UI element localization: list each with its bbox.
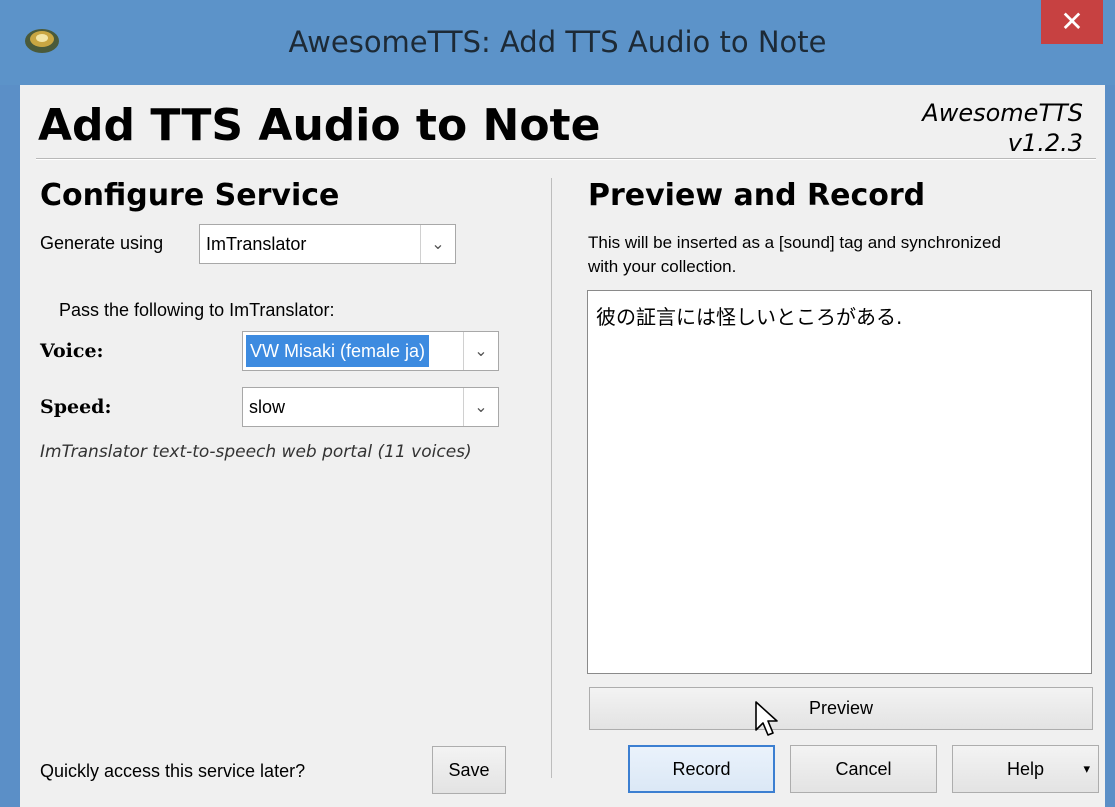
close-icon: ✕: [1060, 5, 1084, 38]
generate-using-label: Generate using: [40, 233, 164, 253]
preview-button[interactable]: Preview: [589, 687, 1093, 730]
service-select[interactable]: ImTranslator ⌄: [199, 224, 456, 264]
version-number: v1.2.3: [1007, 129, 1083, 157]
record-button[interactable]: Record: [628, 745, 775, 793]
service-select-value: ImTranslator: [206, 233, 307, 254]
chevron-down-icon: ⌄: [420, 225, 455, 263]
close-button[interactable]: ✕: [1041, 0, 1103, 44]
chevron-down-icon: ⌄: [463, 332, 498, 370]
voice-select-value: VW Misaki (female ja): [246, 335, 430, 367]
voice-select[interactable]: VW Misaki (female ja) ⌄: [242, 331, 499, 371]
cancel-button[interactable]: Cancel: [790, 745, 937, 793]
column-divider: [551, 178, 552, 778]
preview-record-heading: Preview and Record: [588, 178, 926, 213]
pass-following-label: Pass the following to ImTranslator:: [59, 300, 335, 320]
chevron-down-icon: ⌄: [463, 388, 498, 426]
service-description: ImTranslator text-to-speech web portal (…: [40, 442, 472, 462]
tts-dialog-window: AwesomeTTS: Add TTS Audio to Note ✕ Add …: [0, 0, 1115, 807]
version-name: AwesomeTTS: [922, 99, 1083, 127]
configure-service-heading: Configure Service: [40, 178, 340, 213]
preview-info-text: This will be inserted as a [sound] tag a…: [588, 233, 1001, 276]
dropdown-arrow-icon: ▾: [1083, 761, 1090, 776]
title-bar[interactable]: AwesomeTTS: Add TTS Audio to Note ✕: [0, 0, 1115, 85]
voice-label: Voice:: [40, 340, 104, 362]
save-button[interactable]: Save: [432, 746, 506, 794]
quick-access-label: Quickly access this service later?: [40, 761, 306, 781]
help-button-label: Help: [1006, 758, 1045, 779]
window-title: AwesomeTTS: Add TTS Audio to Note: [288, 25, 827, 59]
preview-text-content: 彼の証言には怪しいところがある.: [596, 305, 903, 329]
page-title: Add TTS Audio to Note: [38, 100, 601, 151]
help-button[interactable]: Help ▾: [952, 745, 1099, 793]
speed-label: Speed:: [40, 396, 112, 418]
preview-text-area[interactable]: 彼の証言には怪しいところがある.: [587, 290, 1092, 674]
speed-select[interactable]: slow ⌄: [242, 387, 499, 427]
speed-select-value: slow: [249, 396, 286, 417]
header-divider-highlight: [36, 159, 1096, 160]
version-info: AwesomeTTS v1.2.3: [922, 98, 1083, 158]
mouse-cursor-icon: [755, 701, 778, 736]
